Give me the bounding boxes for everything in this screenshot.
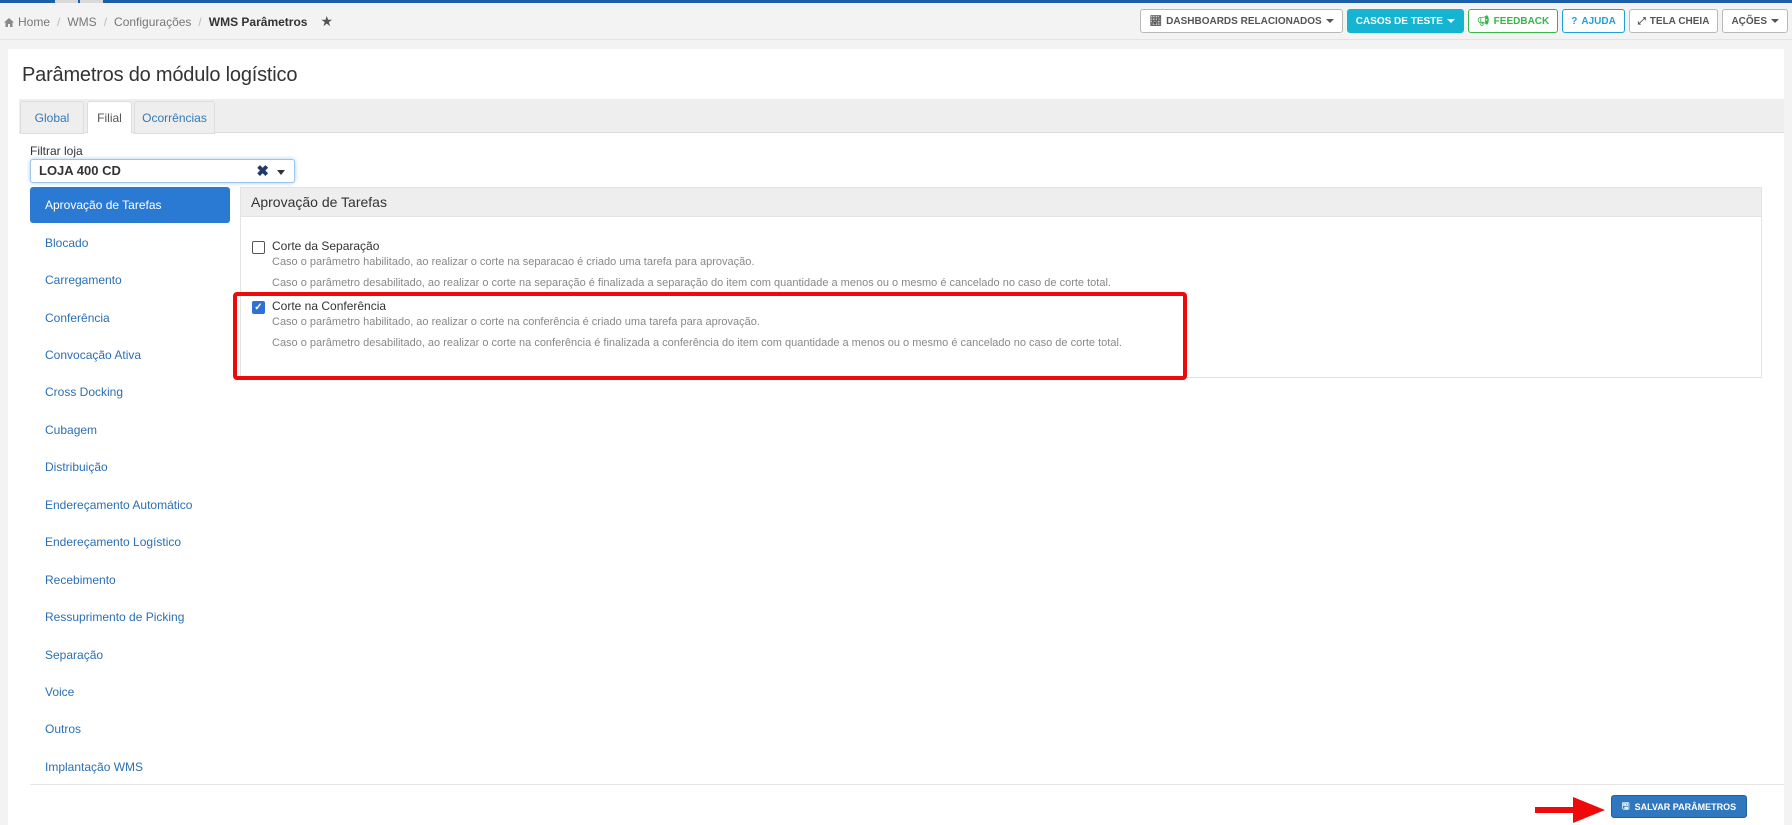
floppy-disk-icon: 🖫 (1621, 800, 1630, 811)
dashboards-label: DASHBOARDS RELACIONADOS (1166, 15, 1322, 27)
acoes-button[interactable]: AÇÕES (1722, 9, 1788, 33)
sidebar-item-voice[interactable]: Voice (30, 674, 230, 710)
sidebar-item-enderecamento-logistico[interactable]: Endereçamento Logístico (30, 524, 230, 560)
clear-icon[interactable]: ✖ (256, 162, 269, 180)
dashboards-button[interactable]: 📈︎ DASHBOARDS RELACIONADOS (1140, 9, 1343, 33)
casos-label: CASOS DE TESTE (1355, 15, 1443, 27)
sidebar-item-convocacao[interactable]: Convocação Ativa (30, 337, 230, 373)
chevron-down-icon (1771, 19, 1779, 23)
tela-label: TELA CHEIA (1649, 15, 1710, 27)
expand-icon: ⤢ (1637, 15, 1646, 27)
save-parameters-button[interactable]: 🖫 SALVAR PARÂMETROS (1611, 795, 1747, 818)
param-label[interactable]: Corte da Separação (272, 239, 379, 253)
chevron-down-icon (1325, 19, 1334, 23)
filter-label: Filtrar loja (30, 144, 83, 158)
breadcrumb: Home / WMS / Configurações / WMS Parâmet… (4, 13, 333, 30)
chart-icon: 📈︎ (1149, 15, 1163, 27)
ajuda-button[interactable]: ? AJUDA (1562, 9, 1625, 33)
sidebar-item-implantacao[interactable]: Implantação WMS (30, 749, 230, 785)
store-select[interactable]: LOJA 400 CD ✖ (30, 159, 295, 183)
ajuda-label: AJUDA (1581, 15, 1616, 27)
breadcrumb-wms[interactable]: WMS (67, 15, 96, 29)
footer-divider (30, 784, 1784, 785)
tab-filial[interactable]: Filial (87, 101, 132, 134)
question-icon: ? (1571, 15, 1578, 27)
sidebar-item-distribuicao[interactable]: Distribuição (30, 449, 230, 485)
chevron-down-icon (1446, 19, 1455, 23)
breadcrumb-home[interactable]: Home (18, 15, 50, 29)
sidebar-item-conferencia[interactable]: Conferência (30, 300, 230, 336)
feedback-button[interactable]: 📢︎ FEEDBACK (1467, 9, 1559, 33)
save-label: SALVAR PARÂMETROS (1634, 801, 1737, 812)
favorite-star-icon[interactable]: ★ (320, 13, 333, 30)
breadcrumb-separator: / (103, 14, 108, 29)
feedback-label: FEEDBACK (1493, 15, 1550, 27)
acoes-label: AÇÕES (1731, 15, 1767, 27)
sidebar-item-cross-docking[interactable]: Cross Docking (30, 374, 230, 410)
sidebar-item-separacao[interactable]: Separação (30, 637, 230, 673)
param-desc-enabled: Caso o parâmetro habilitado, ao realizar… (272, 256, 755, 268)
sidebar-item-recebimento[interactable]: Recebimento (30, 562, 230, 598)
casos-de-teste-button[interactable]: CASOS DE TESTE (1346, 9, 1464, 33)
sidebar-item-blocado[interactable]: Blocado (30, 225, 230, 261)
sidebar-item-aprovacao[interactable]: Aprovação de Tarefas (30, 187, 230, 223)
red-arrow-icon (1535, 797, 1605, 823)
tab-ocorrencias[interactable]: Ocorrências (134, 101, 215, 134)
page-title: Parâmetros do módulo logístico (22, 64, 298, 86)
sidebar-item-cubagem[interactable]: Cubagem (30, 412, 230, 448)
tabs-bar (19, 99, 1784, 133)
breadcrumb-separator: / (57, 14, 61, 29)
section-title: Aprovação de Tarefas (241, 188, 1761, 217)
breadcrumb-current: WMS Parâmetros (208, 14, 308, 29)
breadcrumb-config[interactable]: Configurações (114, 15, 191, 29)
sidebar-item-enderecamento-automatico[interactable]: Endereçamento Automático (30, 487, 230, 523)
corte-separacao-checkbox[interactable] (252, 241, 265, 254)
sidebar-item-outros[interactable]: Outros (30, 711, 230, 747)
chevron-down-icon[interactable] (277, 170, 285, 175)
param-desc-disabled: Caso o parâmetro desabilitado, ao realiz… (272, 277, 1111, 289)
tab-global[interactable]: Global (20, 101, 84, 134)
sidebar-item-carregamento[interactable]: Carregamento (30, 262, 230, 298)
top-bar: Home / WMS / Configurações / WMS Parâmet… (0, 3, 1792, 40)
breadcrumb-separator: / (198, 14, 202, 29)
store-select-value: LOJA 400 CD (39, 163, 121, 178)
home-icon (4, 18, 14, 27)
megaphone-icon: 📢︎ (1476, 15, 1490, 27)
highlight-box (233, 292, 1187, 380)
toolbar-actions: 📈︎ DASHBOARDS RELACIONADOS CASOS DE TESTE… (1140, 9, 1788, 33)
sidebar-item-ressuprimento[interactable]: Ressuprimento de Picking (30, 599, 230, 635)
tela-cheia-button[interactable]: ⤢ TELA CHEIA (1628, 9, 1719, 33)
